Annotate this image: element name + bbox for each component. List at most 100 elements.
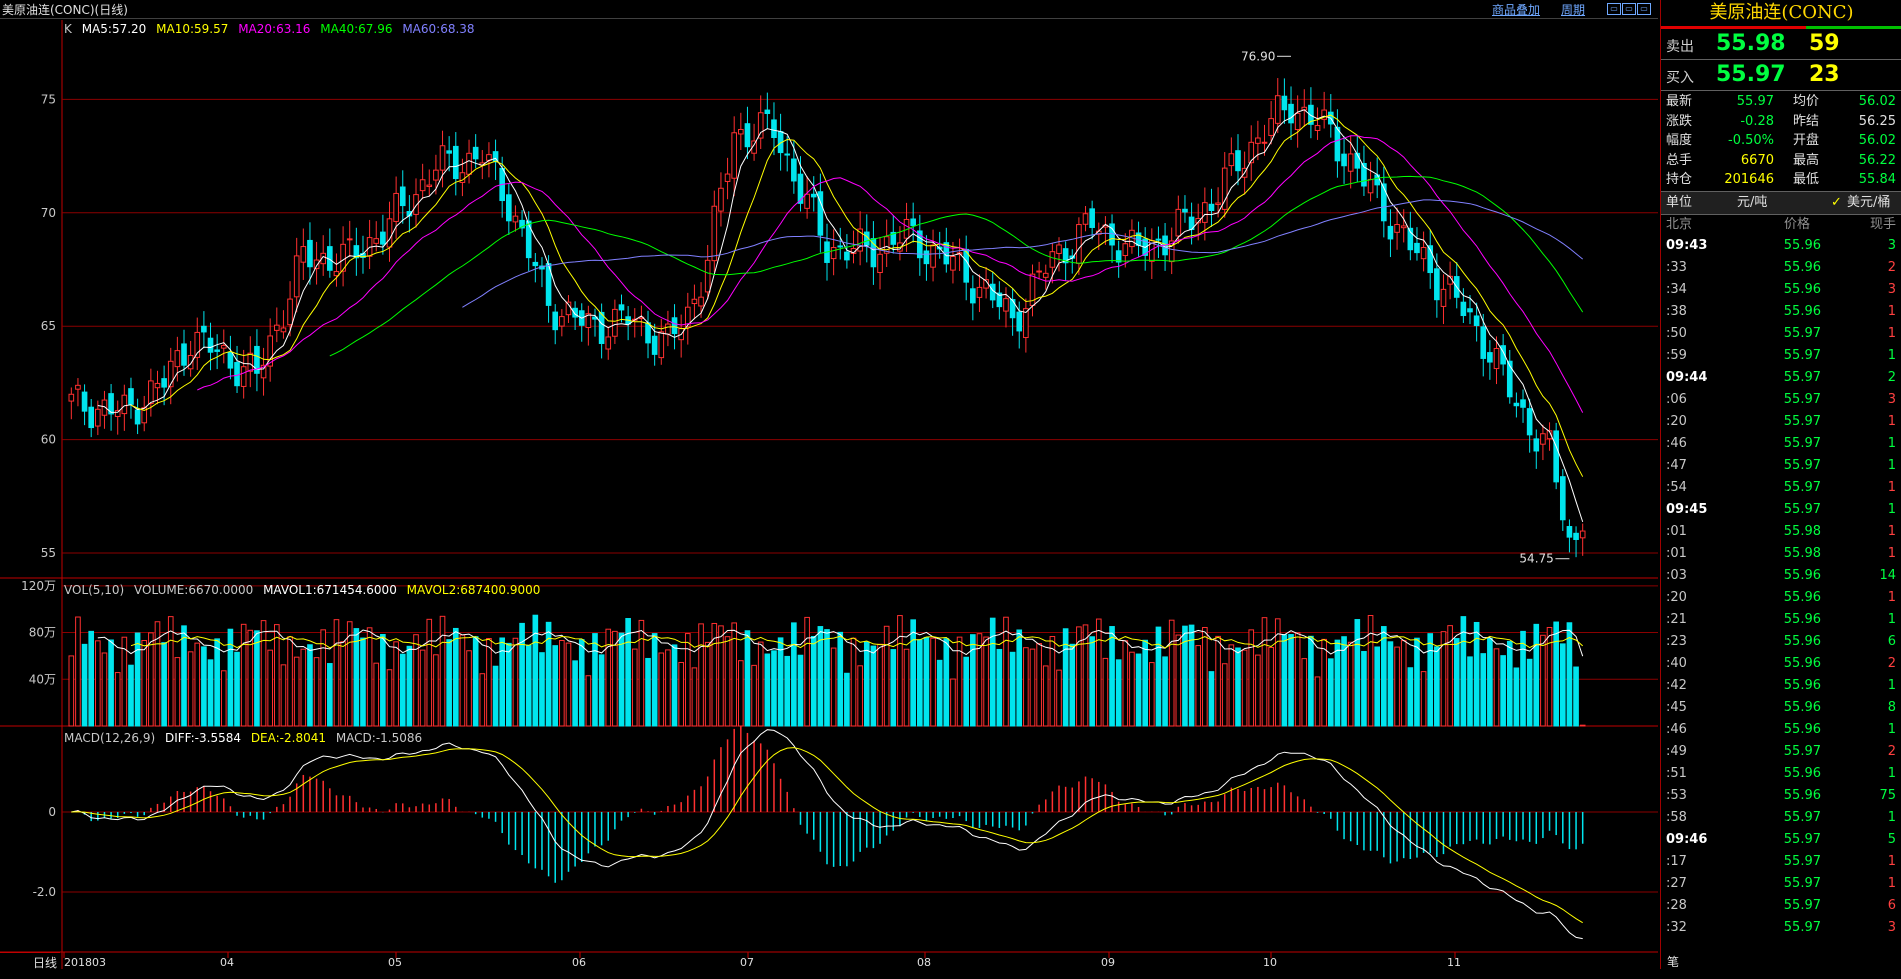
candle-body (1374, 174, 1381, 186)
volume-bar (1347, 641, 1354, 727)
candle-body (506, 194, 512, 222)
tick-time: 09:46 (1666, 832, 1708, 847)
ma40-line (329, 175, 1584, 357)
window-close-icon[interactable]: ▭ (1637, 3, 1651, 15)
unit-alt[interactable]: 美元/桶 (1847, 192, 1890, 214)
bid-row[interactable]: 买入 55.97 23 (1661, 60, 1901, 91)
candle-body (393, 192, 399, 222)
volume-bar (910, 619, 916, 727)
vol-legend-mavol1: MAVOL1:671454.6000 (263, 583, 397, 597)
volume-bar (1023, 647, 1029, 727)
commodity-overlay-link[interactable]: 商品叠加 (1492, 1, 1540, 18)
candle-body (95, 408, 101, 427)
volume-bar (1480, 653, 1487, 727)
tick-time: :28 (1666, 898, 1687, 913)
candle-body (1440, 288, 1447, 307)
volume-bar (108, 639, 114, 727)
volume-bar (1089, 636, 1095, 727)
candle-body (671, 317, 678, 335)
volume-bar (784, 655, 791, 727)
volume-bar (698, 623, 704, 727)
candle-body (1334, 126, 1341, 162)
candle-body (1341, 153, 1347, 167)
tick-volume: 1 (1887, 458, 1896, 473)
stat-label: 幅度 (1666, 133, 1693, 148)
candle-body (1016, 311, 1023, 332)
ask-row[interactable]: 卖出 55.98 59 (1661, 29, 1901, 60)
volume-bar (439, 615, 446, 727)
volume-bar (1095, 618, 1102, 727)
vol-legend-name: VOL(5,10) (64, 583, 125, 597)
candle-body (764, 109, 771, 114)
candle-body (174, 350, 181, 368)
volume-bar (1427, 633, 1434, 727)
candle-body (704, 259, 711, 293)
period-link[interactable]: 周期 (1561, 1, 1585, 18)
volume-bar (645, 657, 651, 727)
ask-price: 55.98 (1716, 31, 1786, 56)
candle-body (1082, 213, 1089, 225)
volume-bar (810, 635, 817, 727)
candle-body (744, 123, 751, 148)
tick-price: 55.96 (1783, 766, 1821, 781)
volume-bar (234, 651, 240, 727)
stat-value: 6670 (1740, 152, 1774, 168)
candle-body (1202, 202, 1208, 223)
tick-price: 55.98 (1783, 546, 1821, 561)
tick-time: :50 (1666, 326, 1687, 341)
kline-chart[interactable]: 75 70 65 60 55 120万 80万 40万 0 -2.0 201803 04 05 06 07 0… (0, 0, 1658, 969)
tick-time: :03 (1666, 568, 1687, 583)
candle-body (1056, 244, 1062, 254)
tick-time: 09:43 (1666, 238, 1708, 253)
tick-volume: 1 (1887, 524, 1896, 539)
tick-volume: 14 (1879, 568, 1896, 583)
unit-row[interactable]: 单位 元/吨 ✓ 美元/桶 (1661, 192, 1901, 215)
volume-bar (1241, 649, 1248, 727)
volume-bar (1487, 637, 1493, 727)
volume-bar (1036, 643, 1042, 727)
candle-body (1579, 530, 1586, 539)
volume-bar (128, 664, 134, 727)
period-indicator[interactable]: 日线 (0, 952, 60, 970)
tick-row: :21 55.96 1 (1661, 609, 1901, 631)
candle-body (148, 380, 154, 405)
x-axis-label: 04 (220, 956, 234, 969)
tick-volume: 1 (1887, 436, 1896, 451)
volume-bar (1354, 619, 1361, 727)
tick-price: 55.96 (1783, 260, 1821, 275)
volume-bar (704, 641, 711, 727)
volume-bar (181, 625, 187, 727)
tick-price: 55.96 (1783, 568, 1821, 583)
tick-volume: 1 (1887, 766, 1896, 781)
price-tick-label: 60 (41, 433, 56, 447)
candle-body (598, 311, 605, 344)
candle-body (181, 343, 187, 366)
candle-body (1281, 95, 1288, 111)
check-icon[interactable]: ✓ (1831, 192, 1842, 214)
candle-body (1076, 224, 1082, 264)
volume-bar (950, 678, 956, 727)
candle-body (214, 349, 220, 352)
volume-bar (744, 630, 751, 727)
candle-body (1381, 183, 1387, 222)
volume-bar (201, 646, 207, 727)
candle-body (1526, 408, 1533, 436)
stat-label: 总手 (1666, 152, 1693, 168)
candle-body (1414, 242, 1420, 254)
volume-bar (897, 615, 903, 727)
tick-list[interactable]: 09:43 55.96 3:33 55.96 2:34 55.96 3:38 55.96 1:5… (1661, 235, 1901, 979)
candle-body (1089, 208, 1095, 228)
tick-volume: 1 (1887, 854, 1896, 869)
window-tile-icon[interactable]: ▭ (1622, 3, 1636, 15)
candle-body (1520, 399, 1526, 408)
window-restore-icon[interactable]: ▭ (1607, 3, 1621, 15)
volume-bar (850, 637, 857, 727)
candle-body (1122, 243, 1129, 257)
volume-bar (134, 632, 141, 727)
volume-bar (1109, 626, 1115, 727)
volume-bar (512, 637, 519, 727)
volume-bar (313, 657, 320, 727)
volume-bar (393, 641, 399, 727)
candle-body (1540, 433, 1546, 445)
tick-time: :38 (1666, 304, 1687, 319)
